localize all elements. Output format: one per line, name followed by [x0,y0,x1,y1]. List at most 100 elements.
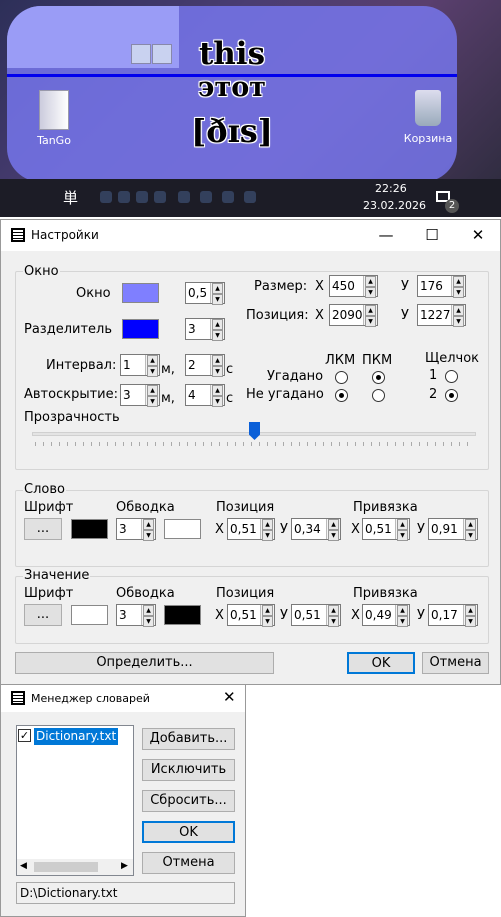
tray-app-icon[interactable] [100,191,112,203]
pos-y-spinner[interactable]: 1227 ▲ ▼ [417,304,466,327]
divider-color-swatch[interactable] [122,319,159,339]
meaning-pos-y-spinner[interactable]: 0,51 ▲ ▼ [291,604,341,627]
dict-titlebar[interactable]: Менеджер словарей ✕ [1,685,245,712]
close-icon[interactable]: ✕ [223,688,236,706]
word-font-button[interactable]: ... [24,518,62,540]
close-icon[interactable]: ✕ [455,220,501,251]
divider-label: Разделитель [24,322,113,337]
clock-date[interactable]: 23.02.2026 [363,199,426,212]
size-x-spinner[interactable]: 450 ▲ ▼ [329,275,378,298]
meaning-position-label: Позиция [216,586,275,601]
scroll-left-icon[interactable]: ◀ [20,861,27,871]
tray-app-icon[interactable] [244,191,256,203]
click-1-label: 1 [429,368,438,383]
guessed-label: Угадано [267,369,324,384]
word-anchor-x-spinner[interactable]: 0,51 ▲ ▼ [362,518,410,541]
autohide-min-spinner[interactable]: 3 ▲ ▼ [120,384,160,407]
pos-y-label: У [401,308,409,323]
document-icon [39,90,69,130]
pos-x-spinner[interactable]: 2090 ▲ ▼ [329,304,378,327]
word-pos-x-spinner[interactable]: 0,51 ▲ ▼ [227,518,275,541]
y-label: У [417,608,425,623]
maximize-icon[interactable]: ☐ [409,220,455,251]
word-position-label: Позиция [216,500,275,515]
meaning-outline-spinner[interactable]: 3 ▲ ▼ [116,604,156,627]
guessed-lkm-radio[interactable] [335,371,348,384]
divider-thickness-spinner[interactable]: 3 ▲ ▼ [185,318,225,341]
add-button[interactable]: Добавить... [142,728,235,750]
tray-app-icon[interactable] [118,191,130,203]
tray-app-icon[interactable] [178,191,190,203]
size-label: Размер: [254,279,308,294]
cancel-button[interactable]: Отмена [422,652,489,674]
not-guessed-label: Не угадано [246,387,324,402]
dict-cancel-button[interactable]: Отмена [142,852,235,874]
recycle-bin-label: Корзина [403,132,453,145]
word-outline-color-swatch[interactable] [164,519,201,539]
not-guessed-pkm-radio[interactable] [372,389,385,402]
window-color-swatch[interactable] [122,283,159,303]
meaning-anchor-y-spinner[interactable]: 0,17 ▲ ▼ [428,604,478,627]
tango-tray-icon[interactable]: 単 [63,187,78,208]
word-group-label: Слово [23,482,66,497]
minimize-icon[interactable]: — [363,220,409,251]
recycle-bin-icon[interactable]: Корзина [398,90,458,145]
ok-button[interactable]: OK [347,652,415,674]
settings-window: Настройки — ☐ ✕ Окно Окно 0,5 ▲ ▼ Разделит… [0,219,501,685]
dictionary-list[interactable]: ✓ Dictionary.txt ◀ ▶ [16,725,134,876]
meaning-outline-label: Обводка [116,586,175,601]
size-y-spinner[interactable]: 176 ▲ ▼ [417,275,466,298]
tango-desktop-icon[interactable]: TanGo [24,90,84,147]
reset-button[interactable]: Сбросить... [142,790,235,812]
meaning-pos-x-spinner[interactable]: 0,51 ▲ ▼ [227,604,275,627]
app-icon [11,228,25,242]
size-x-label: X [315,279,324,294]
horizontal-scrollbar[interactable]: ◀ ▶ [17,859,133,875]
x-label: X [351,608,360,623]
dictionary-path-field[interactable]: D:\Dictionary.txt [16,882,235,904]
tray-app-icon[interactable] [136,191,148,203]
meaning-group-label: Значение [23,568,91,583]
click-1-radio[interactable] [445,370,458,383]
dict-ok-button[interactable]: OK [142,821,235,843]
minutes-unit: м, [161,362,175,377]
word-outline-label: Обводка [116,500,175,515]
window-opacity-spinner[interactable]: 0,5 ▲ ▼ [185,282,225,305]
y-label: У [280,608,288,623]
click-2-label: 2 [429,387,438,402]
x-label: X [215,608,224,623]
tray-app-icon[interactable] [154,191,166,203]
click-2-radio[interactable] [445,389,458,402]
meaning-anchor-x-spinner[interactable]: 0,49 ▲ ▼ [362,604,410,627]
autohide-sec-spinner[interactable]: 4 ▲ ▼ [185,384,225,407]
interval-min-spinner[interactable]: 1 ▲ ▼ [120,354,160,377]
guessed-pkm-radio[interactable] [372,371,385,384]
settings-titlebar[interactable]: Настройки — ☐ ✕ [1,220,500,251]
word-outline-spinner[interactable]: 3 ▲ ▼ [116,518,156,541]
exclude-button[interactable]: Исключить [142,759,235,781]
word-pos-y-spinner[interactable]: 0,34 ▲ ▼ [291,518,341,541]
scrollbar-thumb[interactable] [34,862,98,872]
checkbox-icon[interactable]: ✓ [18,729,31,742]
transparency-label: Прозрачность [24,410,120,425]
word-anchor-y-spinner[interactable]: 0,91 ▲ ▼ [428,518,478,541]
bin-icon [415,90,441,126]
meaning-outline-color-swatch[interactable] [164,605,201,625]
transparency-ticks [35,442,475,446]
meaning-font-button[interactable]: ... [24,604,62,626]
position-label: Позиция: [246,308,309,323]
app-icon [11,691,25,705]
interval-label: Интервал: [46,358,117,373]
tray-app-icon[interactable] [200,191,212,203]
interval-sec-spinner[interactable]: 2 ▲ ▼ [185,354,225,377]
clock-time[interactable]: 22:26 [375,182,407,195]
word-color-swatch[interactable] [71,519,108,539]
lkm-header: ЛКМ [325,353,356,368]
define-button[interactable]: Определить... [15,652,274,674]
scroll-right-icon[interactable]: ▶ [121,861,128,871]
list-item[interactable]: ✓ Dictionary.txt [18,728,131,745]
not-guessed-lkm-radio[interactable] [335,389,348,402]
meaning-color-swatch[interactable] [71,605,108,625]
seconds-unit: с [226,391,234,406]
tray-app-icon[interactable] [222,191,234,203]
